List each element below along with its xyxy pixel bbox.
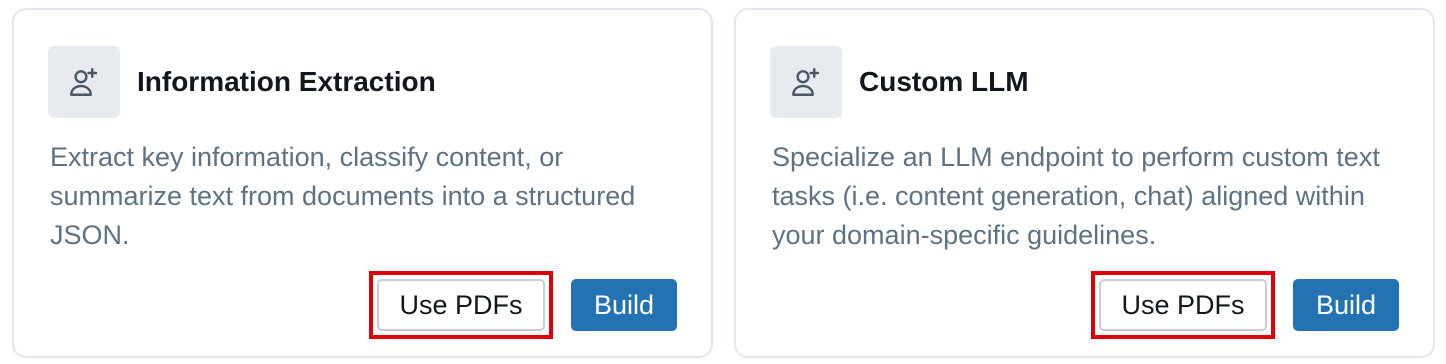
card-description: Specialize an LLM endpoint to perform cu… <box>772 142 1380 250</box>
card-actions: Use PDFs Build <box>369 271 677 339</box>
card-custom-llm: Custom LLM Specialize an LLM endpoint to… <box>734 8 1435 358</box>
user-plus-icon <box>48 46 120 118</box>
card-information-extraction: Information Extraction Extract key infor… <box>12 8 713 358</box>
card-actions: Use PDFs Build <box>1091 271 1399 339</box>
use-pdfs-button[interactable]: Use PDFs <box>1099 279 1267 331</box>
card-title: Custom LLM <box>859 66 1029 97</box>
card-title: Information Extraction <box>137 66 436 97</box>
highlight-box: Use PDFs <box>369 271 553 339</box>
agent-templates: Information Extraction Extract key infor… <box>0 0 1446 364</box>
highlight-box: Use PDFs <box>1091 271 1275 339</box>
card-description: Extract key information, classify conten… <box>50 142 636 250</box>
user-plus-icon <box>770 46 842 118</box>
build-button[interactable]: Build <box>1293 279 1399 331</box>
use-pdfs-button[interactable]: Use PDFs <box>377 279 545 331</box>
build-button[interactable]: Build <box>571 279 677 331</box>
